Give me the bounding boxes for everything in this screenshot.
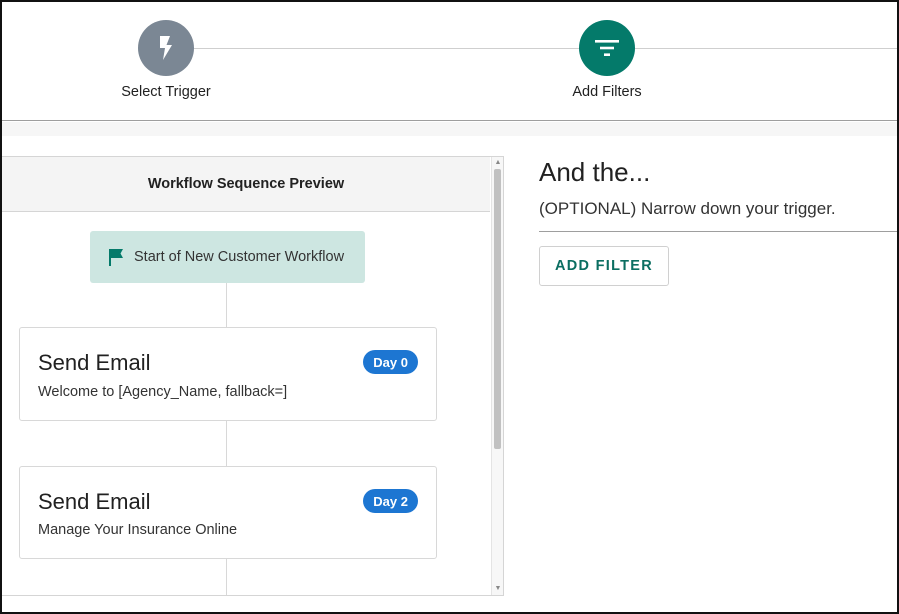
card-title: Send Email [38,489,151,514]
email-step-card[interactable]: Send Email Manage Your Insurance Online … [19,466,437,559]
step-label: Select Trigger [121,84,211,100]
scroll-up-arrow-icon[interactable]: ▲ [492,157,503,169]
add-filter-button[interactable]: ADD FILTER [539,246,669,286]
lightning-icon [160,36,172,60]
day-badge: Day 2 [363,489,418,513]
preview-scrollbar[interactable]: ▲ ▼ [491,157,503,595]
start-node[interactable]: Start of New Customer Workflow [90,231,365,283]
filter-icon [595,40,619,56]
step-label: Add Filters [572,84,642,100]
day-badge: Day 0 [363,350,418,374]
card-subtitle: Manage Your Insurance Online [38,522,238,538]
step-circle[interactable] [579,20,635,76]
step-circle[interactable] [138,20,194,76]
filters-description: (OPTIONAL) Narrow down your trigger. [539,199,836,218]
app-window: Select Trigger Add Filters Workflow Sequ… [0,0,899,614]
card-title: Send Email [38,350,151,375]
sequence-connector [226,421,227,466]
preview-panel-title: Workflow Sequence Preview [2,157,490,212]
email-step-card[interactable]: Send Email Welcome to [Agency_Name, fall… [19,327,437,421]
step-add-filters[interactable]: Add Filters [527,20,687,100]
section-divider-strip [2,122,897,136]
card-subtitle: Welcome to [Agency_Name, fallback=] [38,384,288,400]
start-node-label: Start of New Customer Workflow [134,249,345,265]
scroll-down-arrow-icon[interactable]: ▼ [492,583,503,595]
flag-icon [109,249,123,266]
workflow-stepper: Select Trigger Add Filters [2,2,897,121]
sequence-connector [226,283,227,327]
step-select-trigger[interactable]: Select Trigger [86,20,246,100]
scroll-thumb[interactable] [494,169,501,449]
filters-heading: And the... [539,157,651,187]
sequence-connector [226,559,227,595]
filters-divider [539,231,897,232]
workflow-preview-panel: Workflow Sequence Preview Start of New C… [2,156,504,596]
